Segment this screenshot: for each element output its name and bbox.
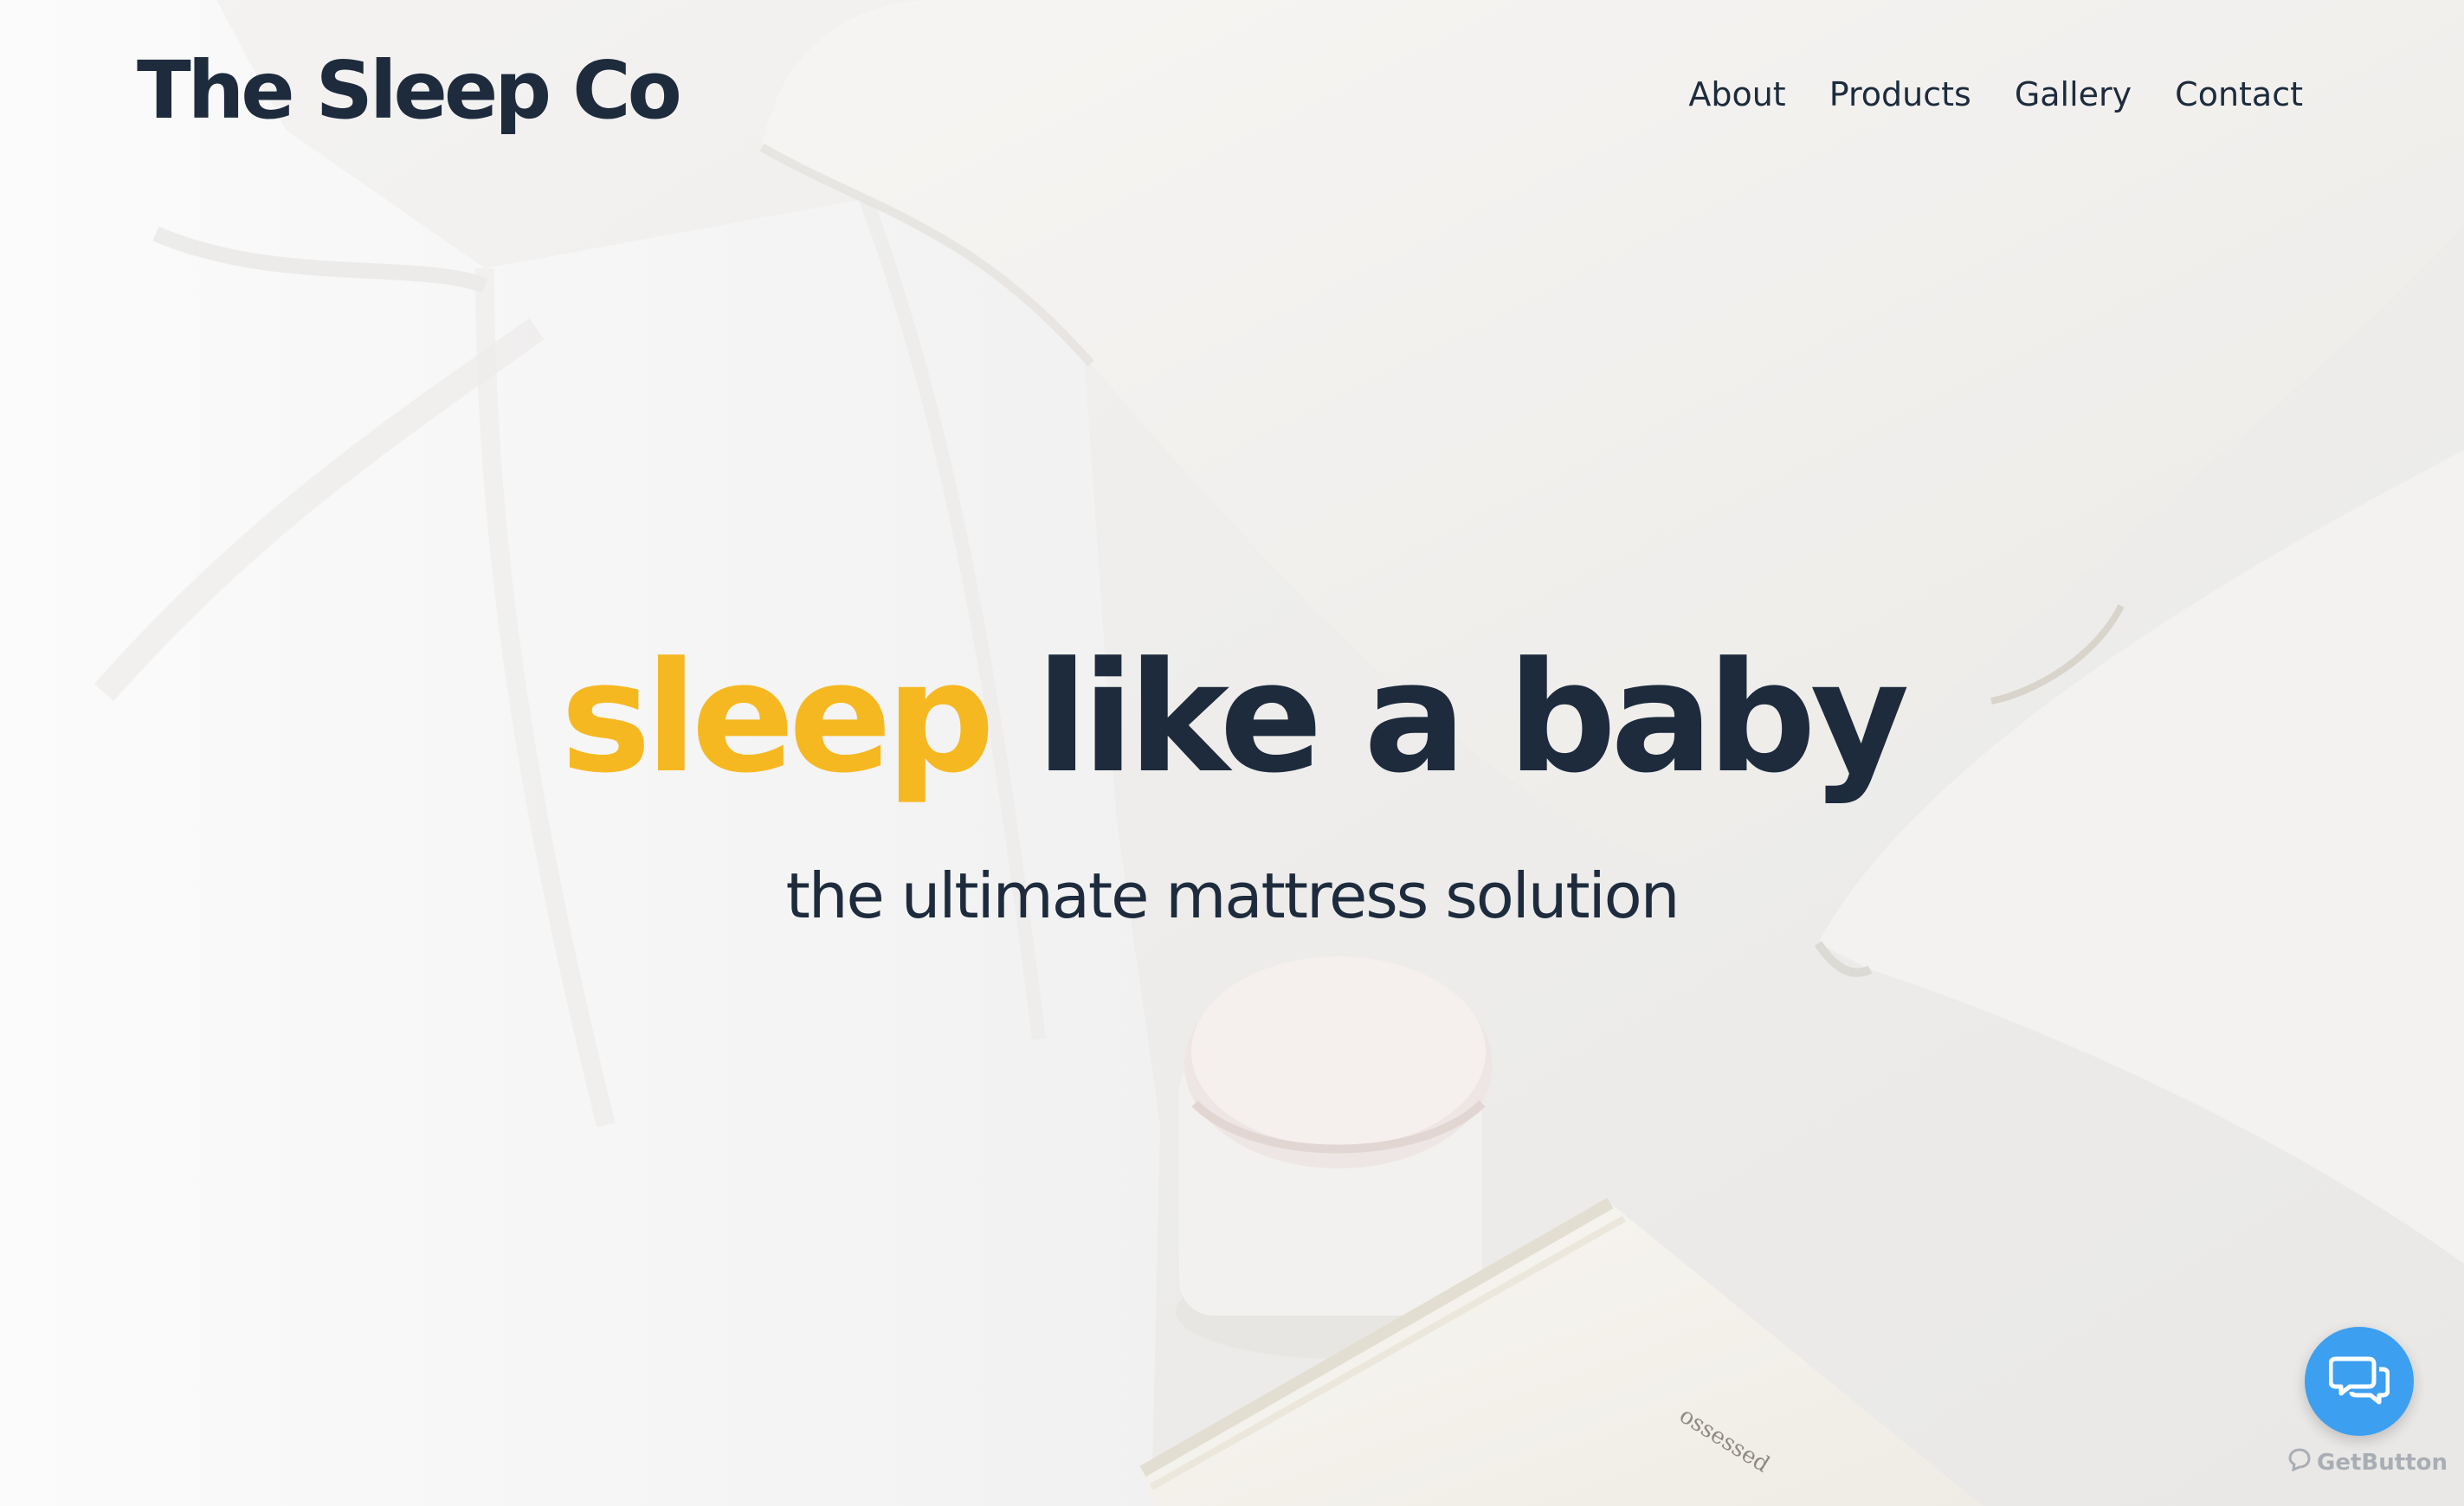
getbutton-label: GetButton (2317, 1449, 2448, 1476)
nav-about[interactable]: About (1688, 68, 1785, 121)
headline-accent: sleep (560, 629, 995, 807)
chat-widget-button[interactable] (2305, 1327, 2414, 1436)
getbutton-logo-icon (2287, 1447, 2312, 1477)
hero-tagline: the ultimate mattress solution (785, 859, 1680, 932)
nav-contact[interactable]: Contact (2175, 68, 2303, 121)
headline-rest: like a baby (1035, 629, 1909, 807)
hero-headline: sleep like a baby (0, 632, 2464, 805)
getbutton-credit[interactable]: GetButton (2287, 1447, 2448, 1477)
main-nav: About Products Gallery Contact (1688, 68, 2303, 121)
nav-gallery[interactable]: Gallery (2015, 68, 2132, 121)
nav-products[interactable]: Products (1829, 68, 1971, 121)
chat-bubbles-icon (2328, 1354, 2390, 1409)
page: ossessed The Sleep Co About Products Gal… (0, 0, 2464, 1506)
brand-logo[interactable]: The Sleep Co (137, 35, 682, 147)
